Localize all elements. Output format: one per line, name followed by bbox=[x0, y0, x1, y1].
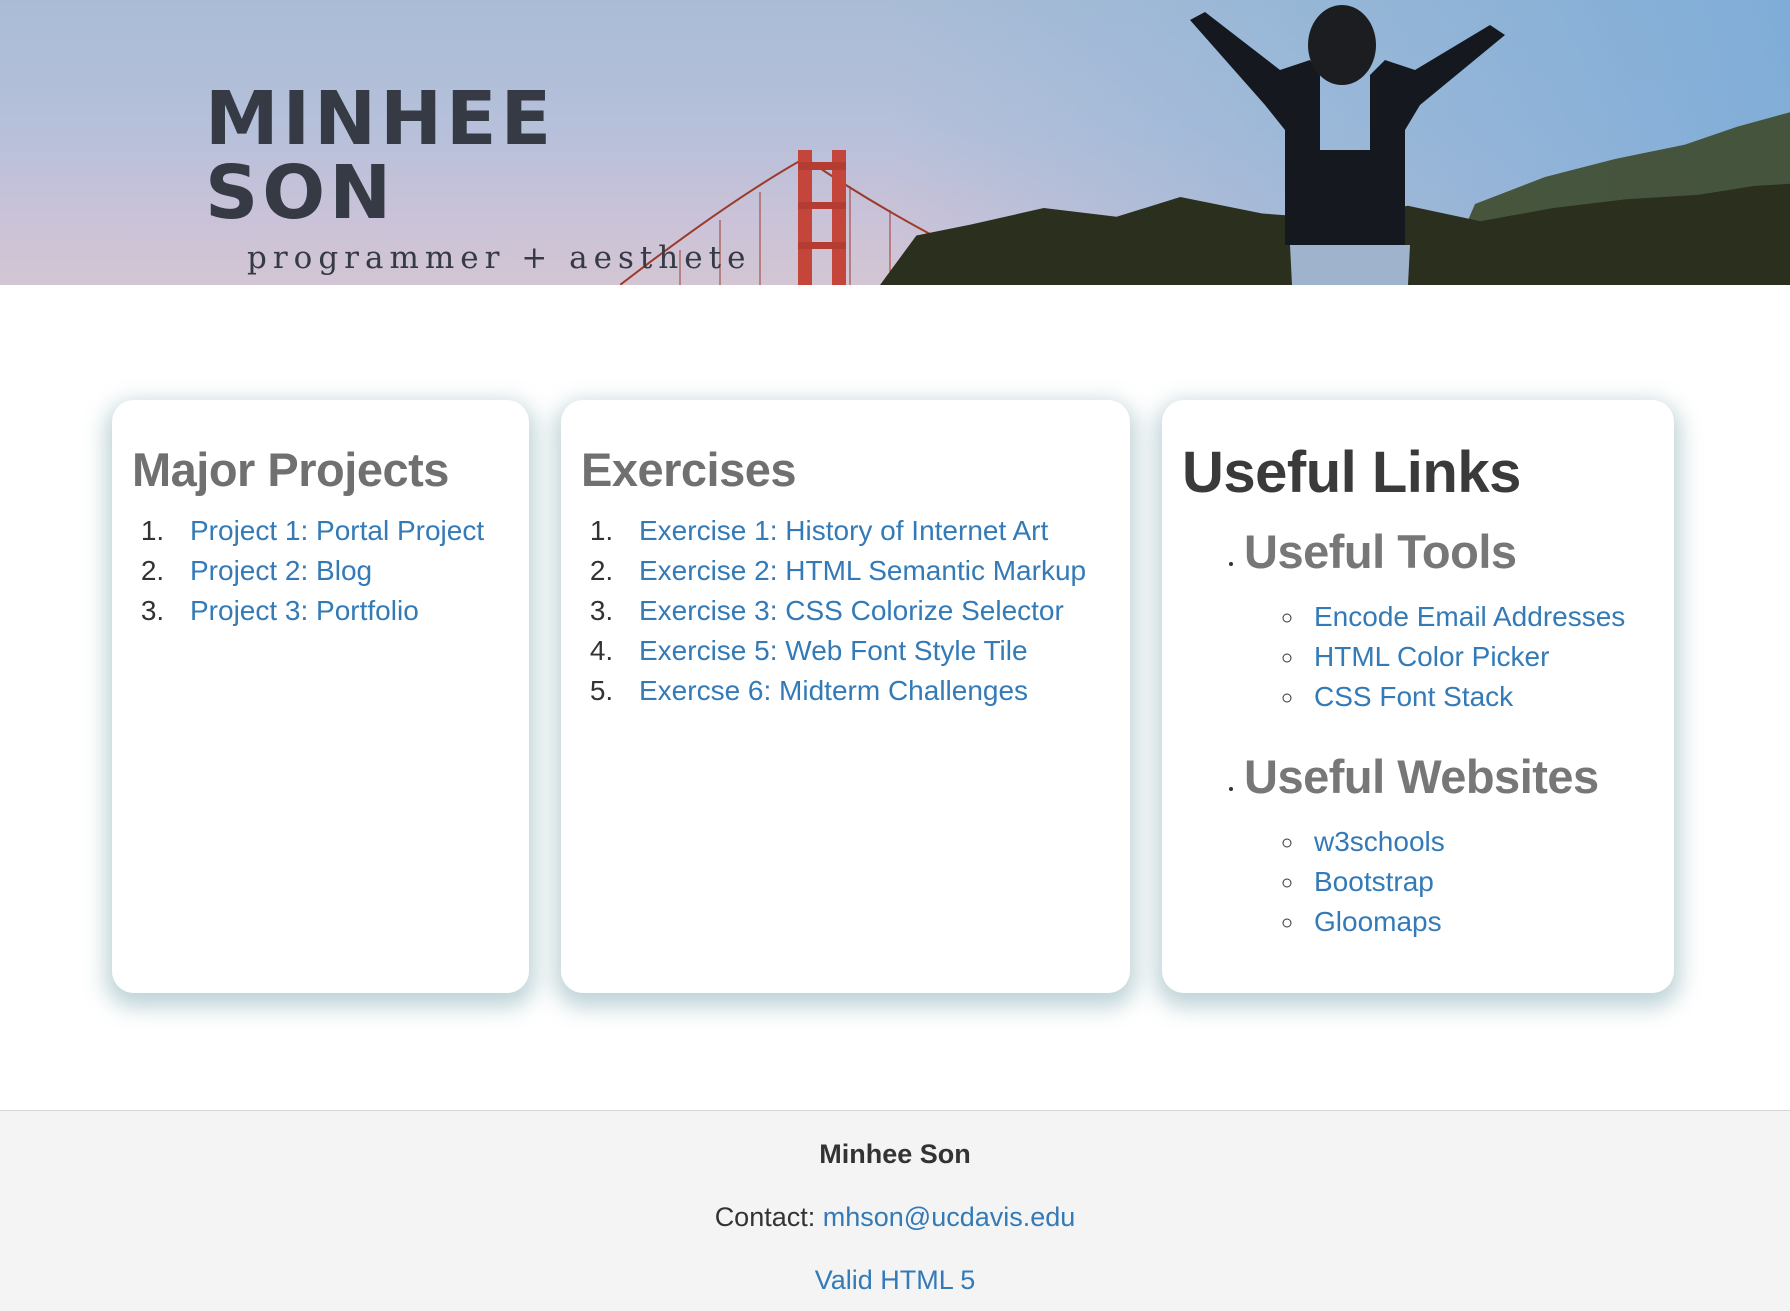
exercise-2-link[interactable]: Exercise 2: HTML Semantic Markup bbox=[639, 555, 1086, 586]
w3schools-link[interactable]: w3schools bbox=[1314, 826, 1445, 857]
list-item: Project 3: Portfolio bbox=[172, 591, 509, 631]
bootstrap-link[interactable]: Bootstrap bbox=[1314, 866, 1434, 897]
exercises-card: Exercises Exercise 1: History of Interne… bbox=[561, 400, 1130, 993]
list-item: Exercise 2: HTML Semantic Markup bbox=[621, 551, 1110, 591]
list-item: w3schools bbox=[1306, 822, 1654, 862]
list-item: Project 2: Blog bbox=[172, 551, 509, 591]
footer-validation: Valid HTML 5 bbox=[0, 1265, 1790, 1296]
exercise-5-link[interactable]: Exercise 5: Web Font Style Tile bbox=[639, 635, 1028, 666]
list-item: Exercise 1: History of Internet Art bbox=[621, 511, 1110, 551]
useful-websites-heading: Useful Websites bbox=[1244, 750, 1599, 803]
footer-contact: Contact: mhson@ucdavis.edu bbox=[0, 1202, 1790, 1233]
banner-title-block: MINHEE SON programmer + aesthete bbox=[205, 82, 765, 276]
list-item: Exercise 3: CSS Colorize Selector bbox=[621, 591, 1110, 631]
exercise-1-link[interactable]: Exercise 1: History of Internet Art bbox=[639, 515, 1048, 546]
contact-label: Contact: bbox=[714, 1202, 816, 1232]
projects-list: Project 1: Portal Project Project 2: Blo… bbox=[132, 511, 509, 631]
exercise-6-link[interactable]: Exercse 6: Midterm Challenges bbox=[639, 675, 1028, 706]
encode-email-link[interactable]: Encode Email Addresses bbox=[1314, 601, 1625, 632]
list-item: Exercise 5: Web Font Style Tile bbox=[621, 631, 1110, 671]
header-banner: MINHEE SON programmer + aesthete bbox=[0, 0, 1790, 285]
list-item: HTML Color Picker bbox=[1306, 637, 1654, 677]
project-3-link[interactable]: Project 3: Portfolio bbox=[190, 595, 419, 626]
exercise-3-link[interactable]: Exercise 3: CSS Colorize Selector bbox=[639, 595, 1064, 626]
person-silhouette bbox=[1190, 5, 1505, 285]
list-item: Exercse 6: Midterm Challenges bbox=[621, 671, 1110, 711]
list-item: Bootstrap bbox=[1306, 862, 1654, 902]
site-subtitle: programmer + aesthete bbox=[247, 240, 752, 276]
css-font-stack-link[interactable]: CSS Font Stack bbox=[1314, 681, 1513, 712]
list-item: Gloomaps bbox=[1306, 902, 1654, 942]
project-1-link[interactable]: Project 1: Portal Project bbox=[190, 515, 484, 546]
site-title: MINHEE SON bbox=[205, 76, 556, 236]
useful-links-heading: Useful Links bbox=[1182, 440, 1521, 505]
useful-links-card: Useful Links Useful Tools Encode Email A… bbox=[1162, 400, 1674, 993]
valid-html-link[interactable]: Valid HTML 5 bbox=[815, 1265, 976, 1295]
exercises-heading: Exercises bbox=[581, 443, 797, 496]
useful-tools-section: Useful Tools Encode Email Addresses HTML… bbox=[1244, 524, 1654, 717]
page-footer: Minhee Son Contact: mhson@ucdavis.edu Va… bbox=[0, 1110, 1790, 1311]
gloomaps-link[interactable]: Gloomaps bbox=[1314, 906, 1442, 937]
useful-links-list: Useful Tools Encode Email Addresses HTML… bbox=[1182, 524, 1654, 942]
major-projects-heading: Major Projects bbox=[132, 443, 449, 496]
footer-name: Minhee Son bbox=[819, 1139, 971, 1169]
email-link[interactable]: mhson@ucdavis.edu bbox=[823, 1202, 1076, 1232]
list-item: Encode Email Addresses bbox=[1306, 597, 1654, 637]
project-2-link[interactable]: Project 2: Blog bbox=[190, 555, 372, 586]
useful-tools-list: Encode Email Addresses HTML Color Picker… bbox=[1244, 597, 1654, 717]
useful-websites-list: w3schools Bootstrap Gloomaps bbox=[1244, 822, 1654, 942]
major-projects-card: Major Projects Project 1: Portal Project… bbox=[112, 400, 529, 993]
useful-websites-section: Useful Websites w3schools Bootstrap Gloo… bbox=[1244, 749, 1654, 942]
useful-tools-heading: Useful Tools bbox=[1244, 525, 1517, 578]
list-item: Project 1: Portal Project bbox=[172, 511, 509, 551]
color-picker-link[interactable]: HTML Color Picker bbox=[1314, 641, 1549, 672]
exercises-list: Exercise 1: History of Internet Art Exer… bbox=[581, 511, 1110, 711]
list-item: CSS Font Stack bbox=[1306, 677, 1654, 717]
